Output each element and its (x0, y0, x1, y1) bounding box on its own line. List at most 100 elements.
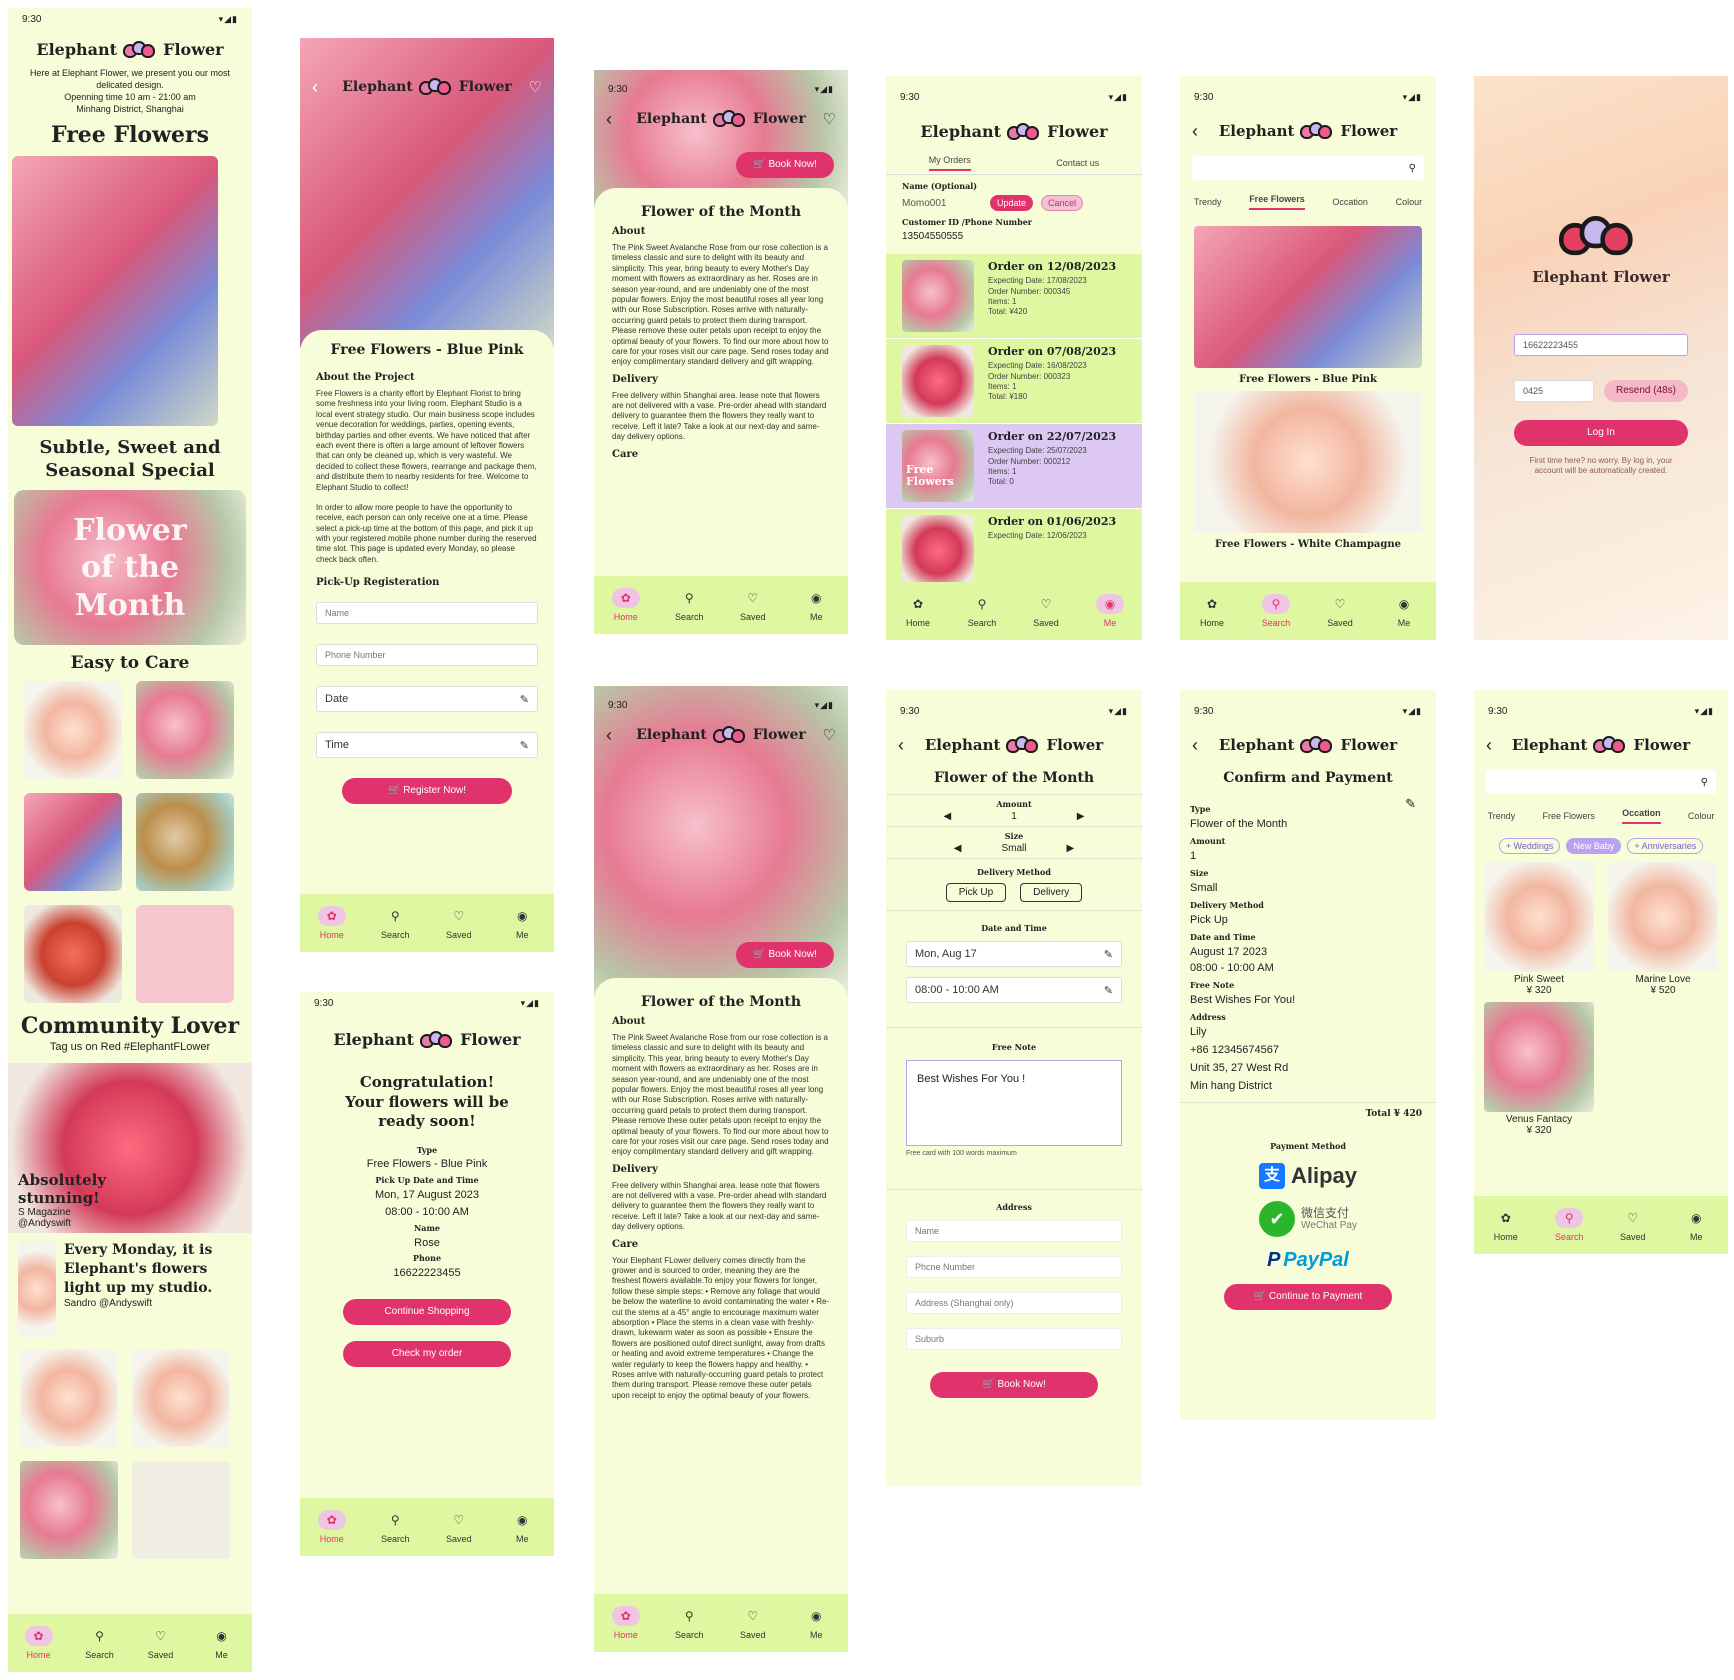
phone-input[interactable]: 16622223455 (1514, 334, 1688, 356)
nav-me[interactable]: ◉ Me (497, 906, 547, 940)
back-icon[interactable]: ‹ (1192, 735, 1208, 756)
nav-saved[interactable]: ♡ Saved (728, 1606, 778, 1640)
nav-search[interactable]: ⚲ Search (370, 1510, 420, 1544)
nav-home[interactable]: ✿ Home (601, 1606, 651, 1640)
tab-contact[interactable]: Contact us (1056, 158, 1099, 168)
nav-me[interactable]: ◉ Me (197, 1626, 247, 1660)
size-prev-icon[interactable]: ◀ (954, 843, 962, 854)
pickup-option[interactable]: Pick Up (945, 883, 1007, 902)
nav-me[interactable]: ◉ Me (791, 1606, 841, 1640)
nav-me[interactable]: ◉ Me (1085, 594, 1135, 628)
tab-free-flowers[interactable]: Free Flowers (1542, 811, 1595, 821)
product-card-image[interactable] (1194, 391, 1422, 533)
code-input[interactable]: 0425 (1514, 380, 1594, 402)
community-photo[interactable]: Absolutely stunning! S Magazine @Andyswi… (8, 1063, 252, 1234)
free-note-textarea[interactable]: Best Wishes For You ! (906, 1060, 1122, 1146)
nav-me[interactable]: ◉ Me (791, 588, 841, 622)
chip-new-baby[interactable]: New Baby (1566, 838, 1622, 854)
nav-me[interactable]: ◉ Me (497, 1510, 547, 1544)
nav-search[interactable]: ⚲ Search (75, 1626, 125, 1660)
nav-home[interactable]: ✿ Home (601, 588, 651, 622)
increase-icon[interactable]: ▶ (1077, 811, 1085, 822)
product-card[interactable]: Marine Love ¥ 520 (1608, 862, 1718, 996)
search-bar[interactable]: ⚲ (1486, 770, 1716, 794)
paypal-option[interactable]: P PayPal (1180, 1249, 1436, 1272)
nav-search[interactable]: ⚲ Search (1544, 1208, 1594, 1242)
back-icon[interactable]: ‹ (312, 77, 328, 98)
nav-home[interactable]: ✿ Home (307, 906, 357, 940)
login-button[interactable]: Log In (1514, 420, 1688, 446)
nav-home[interactable]: ✿ Home (307, 1510, 357, 1544)
product-card[interactable]: Venus Fantacy ¥ 320 (1484, 1002, 1594, 1136)
nav-me[interactable]: ◉ Me (1671, 1208, 1721, 1242)
back-icon[interactable]: ‹ (1486, 735, 1502, 756)
order-row[interactable]: Order on 07/08/2023 Expecting Date: 16/08… (886, 339, 1142, 424)
nav-search[interactable]: ⚲ Search (664, 588, 714, 622)
grid-photo[interactable] (136, 793, 234, 892)
heart-icon[interactable]: ♡ (820, 726, 836, 744)
update-button[interactable]: Update (990, 195, 1034, 211)
back-icon[interactable]: ‹ (1192, 121, 1208, 142)
search-bar[interactable]: ⚲ (1192, 156, 1424, 180)
tab-occation[interactable]: Occation (1622, 808, 1661, 824)
resend-button[interactable]: Resend (48s) (1604, 380, 1688, 402)
suburb-input[interactable]: Suburb (906, 1328, 1122, 1350)
address-input[interactable]: Address (Shanghai only) (906, 1292, 1122, 1314)
nav-home[interactable]: ✿ Home (1187, 594, 1237, 628)
product-card[interactable]: Pink Sweet ¥ 320 (1484, 862, 1594, 996)
nav-saved[interactable]: ♡ Saved (434, 906, 484, 940)
address-name-input[interactable]: Name (906, 1220, 1122, 1242)
date-input[interactable]: Date ✎ (316, 686, 538, 713)
nav-saved[interactable]: ♡ Saved (728, 588, 778, 622)
tab-trendy[interactable]: Trendy (1194, 197, 1222, 207)
time-picker[interactable]: 08:00 - 10:00 AM ✎ (906, 977, 1122, 1003)
book-now-button[interactable]: 🛒 Book Now! (930, 1372, 1098, 1398)
nav-saved[interactable]: ♡ Saved (136, 1626, 186, 1660)
back-icon[interactable]: ‹ (898, 735, 914, 756)
grid-photo[interactable] (24, 681, 122, 780)
heart-icon[interactable]: ♡ (526, 78, 542, 96)
quote-photo[interactable] (18, 1241, 56, 1338)
tab-occation[interactable]: Occation (1332, 197, 1368, 207)
nav-search[interactable]: ⚲ Search (957, 594, 1007, 628)
community-grid-photo[interactable] (132, 1349, 230, 1448)
check-order-button[interactable]: Check my order (343, 1340, 511, 1367)
back-icon[interactable]: ‹ (606, 725, 622, 746)
nav-saved[interactable]: ♡ Saved (434, 1510, 484, 1544)
grid-photo[interactable] (136, 681, 234, 780)
grid-photo[interactable] (136, 905, 234, 1004)
nav-home[interactable]: ✿ Home (14, 1626, 64, 1660)
back-icon[interactable]: ‹ (606, 109, 622, 130)
date-picker[interactable]: Mon, Aug 17 ✎ (906, 941, 1122, 967)
delivery-option[interactable]: Delivery (1020, 883, 1083, 902)
book-now-button[interactable]: 🛒 Book Now! (736, 942, 834, 968)
alipay-option[interactable]: 支 Alipay (1180, 1163, 1436, 1189)
cancel-button[interactable]: Cancel (1041, 195, 1084, 211)
size-next-icon[interactable]: ▶ (1067, 843, 1075, 854)
heart-icon[interactable]: ♡ (820, 110, 836, 128)
hero-image[interactable] (12, 155, 218, 426)
continue-payment-button[interactable]: 🛒 Continue to Payment (1224, 1284, 1392, 1310)
grid-photo[interactable] (24, 793, 122, 892)
address-phone-input[interactable]: Phcne Number (906, 1256, 1122, 1278)
time-input[interactable]: Time ✎ (316, 732, 538, 759)
tab-colour[interactable]: Colour (1688, 811, 1715, 821)
continue-shopping-button[interactable]: Continue Shopping (343, 1298, 511, 1325)
phone-input[interactable]: Phone Number (316, 644, 538, 667)
nav-saved[interactable]: ♡ Saved (1315, 594, 1365, 628)
nav-search[interactable]: ⚲ Search (1251, 594, 1301, 628)
decrease-icon[interactable]: ◀ (944, 811, 952, 822)
community-grid-photo[interactable] (20, 1461, 118, 1560)
product-card-image[interactable] (1194, 226, 1422, 368)
name-input[interactable]: Name (316, 602, 538, 625)
grid-photo[interactable] (24, 905, 122, 1004)
nav-search[interactable]: ⚲ Search (664, 1606, 714, 1640)
nav-home[interactable]: ✿ Home (1481, 1208, 1531, 1242)
tab-my-orders[interactable]: My Orders (928, 155, 971, 171)
nav-me[interactable]: ◉ Me (1379, 594, 1429, 628)
fotm-banner[interactable]: Flower of the Month (14, 490, 246, 646)
chip-weddings[interactable]: + Weddings (1498, 838, 1561, 854)
free-flowers-heading[interactable]: Free Flowers (8, 122, 252, 148)
nav-search[interactable]: ⚲ Search (370, 906, 420, 940)
order-row[interactable]: Order on 12/08/2023 Expecting Date: 17/08… (886, 254, 1142, 339)
